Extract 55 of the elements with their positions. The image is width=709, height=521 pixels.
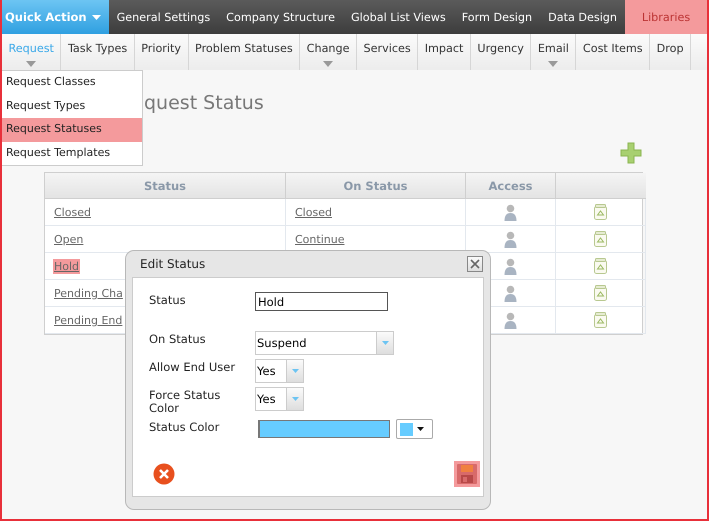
field-label: Status Color [149,419,220,434]
select-field[interactable]: Yes [255,359,304,383]
nav-tab[interactable]: Company Structure [218,0,343,34]
close-button[interactable] [467,256,483,272]
field-label: Status [149,292,187,307]
user-icon [504,230,517,248]
sub-nav-tab[interactable]: Email [531,34,576,70]
color-field[interactable] [258,420,390,438]
column-header: Status [45,173,286,199]
select-field[interactable]: Yes [255,387,304,411]
sub-nav-tab[interactable]: Cost Items [576,34,650,70]
menu-item[interactable]: Request Statuses [2,118,142,142]
sub-nav-tab[interactable]: Impact [418,34,471,70]
column-header: On Status [286,173,466,199]
on-status-link[interactable]: Continue [294,232,346,246]
sub-nav-tab[interactable]: Change [300,34,358,70]
field-label: Force Status Color [149,387,222,415]
nav-tab[interactable]: Form Design [454,0,540,34]
dialog-title: Edit Status [140,257,206,271]
cancel-button[interactable] [151,461,177,487]
nav-tab[interactable]: General Settings [108,0,218,34]
dropdown-arrow-icon [292,397,298,401]
dropdown-arrow-icon [417,427,424,431]
sub-nav-tab[interactable]: Services [357,34,418,70]
recycle-bin-icon[interactable] [594,285,607,301]
column-header: Access [466,173,556,199]
plus-icon[interactable] [620,142,642,164]
status-link[interactable]: Closed [53,204,92,220]
on-status-link[interactable]: Closed [294,204,333,220]
page-title: quest Status [144,92,264,116]
status-link[interactable]: Pending Cha [53,286,124,300]
sub-nav-tab[interactable]: Urgency [470,34,532,70]
recycle-bin-icon[interactable] [594,231,607,247]
sub-nav-tab[interactable]: Problem Statuses [188,34,300,70]
status-input[interactable]: Hold [255,292,388,311]
select-field[interactable]: Suspend [255,331,394,355]
recycle-bin-icon[interactable] [594,312,607,328]
field-label: On Status [149,331,207,346]
recycle-bin-icon[interactable] [594,258,607,274]
color-picker-button[interactable] [396,419,433,439]
save-button[interactable] [454,461,480,487]
sub-nav-tab[interactable]: Drop [650,34,692,70]
status-link[interactable]: Open [53,232,84,246]
user-icon [504,258,517,274]
status-link[interactable]: Pending End [53,312,124,328]
nav-tab[interactable]: Data Design [540,0,626,34]
user-icon [504,284,517,302]
recycle-bin-icon[interactable] [594,204,607,220]
user-icon [504,312,517,328]
field-label: Allow End User [149,359,236,374]
caret-icon [92,14,101,20]
dropdown-arrow-icon [382,341,388,345]
nav-tab[interactable]: Global List Views [343,0,454,34]
dropdown-arrow-icon [292,369,298,373]
user-icon [504,204,517,220]
